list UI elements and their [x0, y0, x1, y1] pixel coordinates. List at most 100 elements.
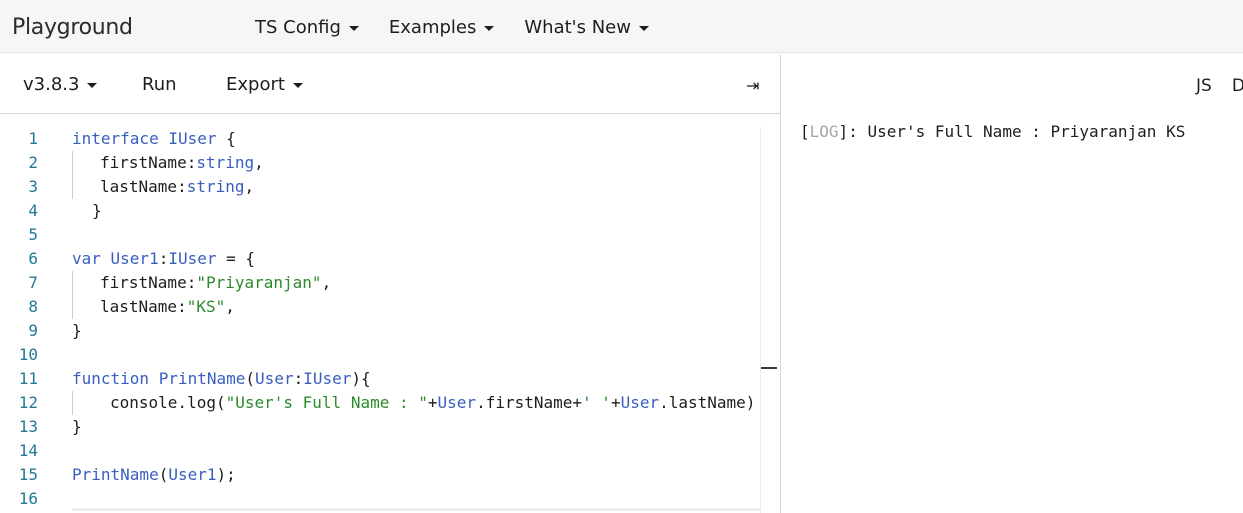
code-line: 10 [0, 343, 760, 367]
code-token: string [186, 177, 245, 196]
line-number: 11 [18, 369, 38, 388]
code-token: } [72, 417, 82, 436]
tab-dts[interactable]: D [1232, 76, 1243, 96]
editor-toolbar: v3.8.3 Run Export ⇥ [0, 54, 780, 114]
code-token: + [427, 393, 438, 412]
log-level-tag: LOG [809, 122, 839, 141]
line-number: 14 [18, 441, 38, 460]
line-number: 7 [28, 273, 38, 292]
line-number: 5 [28, 225, 38, 244]
code-token: : [158, 249, 169, 268]
nav-whats-new-label: What's New [524, 17, 631, 38]
line-number: 8 [28, 297, 38, 316]
chevron-down-icon [292, 83, 303, 88]
tab-js[interactable]: JS [1196, 76, 1212, 96]
line-number: 16 [18, 489, 38, 508]
nav-whats-new[interactable]: What's New [524, 17, 649, 38]
chevron-down-icon [638, 26, 649, 31]
code-line: 11 function PrintName(User:IUser){ [0, 367, 760, 391]
line-number: 12 [18, 393, 38, 412]
code-text: var User1:IUser = { [72, 247, 255, 271]
code-token: "Priyaranjan" [196, 273, 322, 292]
code-line: 14 [0, 439, 760, 463]
console-log-entry: [LOG]: User's Full Name : Priyaranjan KS [800, 120, 1185, 144]
code-token: lastName: [100, 297, 187, 316]
code-token: interface [72, 129, 169, 148]
code-token: User1 [110, 249, 159, 268]
chevron-down-icon [87, 83, 98, 88]
code-token: "KS" [186, 297, 226, 316]
code-line: 6 var User1:IUser = { [0, 247, 760, 271]
code-editor[interactable]: 1 interface IUser {2 firstName:string, 3 las… [0, 115, 780, 513]
chevron-down-icon [484, 26, 495, 31]
log-message: : User's Full Name : Priyaranjan KS [848, 122, 1186, 141]
code-text: lastName:string, [100, 175, 254, 199]
code-token: var [72, 249, 111, 268]
line-number: 10 [18, 345, 38, 364]
brand-title[interactable]: Playground [12, 15, 133, 40]
nav-ts-config[interactable]: TS Config [255, 17, 359, 38]
code-token: : [293, 369, 304, 388]
code-token: } [92, 201, 102, 220]
top-nav: Playground TS Config Examples What's New [0, 0, 1243, 53]
code-token: = { [216, 249, 256, 268]
run-label: Run [142, 74, 177, 95]
nav-menu: TS Config Examples What's New [255, 17, 679, 38]
code-token: lastName: [100, 177, 187, 196]
line-number: 2 [28, 153, 38, 172]
code-line: 4} [0, 199, 760, 223]
code-line: 2 firstName:string, [0, 151, 760, 175]
code-token: ' ' [582, 393, 611, 412]
scrollbar-cursor-marker [761, 367, 777, 369]
output-tabs: JS D [1196, 76, 1243, 96]
code-line: 12 console.log("User's Full Name : "+User… [0, 391, 760, 415]
export-menu[interactable]: Export [226, 74, 303, 95]
code-token: PrintName [72, 465, 159, 484]
log-close-bracket: ] [838, 122, 849, 141]
code-line: 3 lastName:string, [0, 175, 760, 199]
code-token: , [321, 273, 332, 292]
code-token: } [72, 321, 82, 340]
code-line: 9} [0, 319, 760, 343]
version-select[interactable]: v3.8.3 [23, 74, 98, 95]
collapse-sidebar-icon[interactable]: ⇥ [746, 76, 759, 96]
code-token: User [437, 393, 477, 412]
code-token: "User's Full Name : " [225, 393, 428, 412]
code-token: PrintName [158, 369, 246, 388]
code-text: } [72, 415, 82, 439]
line-number: 3 [28, 177, 38, 196]
code-token: { [226, 129, 236, 148]
version-label: v3.8.3 [23, 74, 80, 95]
line-number: 6 [28, 249, 38, 268]
code-line: 15 PrintName(User1); [0, 463, 760, 487]
editor-scrollbar[interactable] [760, 127, 779, 513]
export-label: Export [226, 74, 285, 95]
code-line: 8 lastName:"KS", [0, 295, 760, 319]
code-token: console.log( [110, 393, 226, 412]
code-text: firstName:string, [100, 151, 264, 175]
nav-examples[interactable]: Examples [388, 17, 495, 38]
line-number: 15 [18, 465, 38, 484]
code-token: ); [216, 465, 236, 484]
code-line: 13} [0, 415, 760, 439]
code-token: IUser [168, 129, 217, 148]
code-line: 16 [0, 487, 760, 511]
code-token: ( [158, 465, 169, 484]
code-line: 7 firstName:"Priyaranjan", [0, 271, 760, 295]
code-text: function PrintName(User:IUser){ [72, 367, 371, 391]
chevron-down-icon [348, 26, 359, 31]
code-token: firstName: [100, 273, 197, 292]
code-token: , [254, 153, 264, 172]
code-token: + [610, 393, 621, 412]
code-token: , [225, 297, 235, 316]
code-token: , [244, 177, 255, 196]
code-token: User [255, 369, 294, 388]
code-token: .firstName+ [476, 393, 583, 412]
code-text: console.log("User's Full Name : "+User.f… [110, 391, 755, 415]
pane-divider[interactable] [780, 54, 781, 513]
run-button[interactable]: Run [142, 74, 177, 95]
code-line: 1 interface IUser { [0, 127, 760, 151]
code-text: } [72, 319, 82, 343]
code-token: string [196, 153, 255, 172]
nav-examples-label: Examples [388, 17, 477, 38]
